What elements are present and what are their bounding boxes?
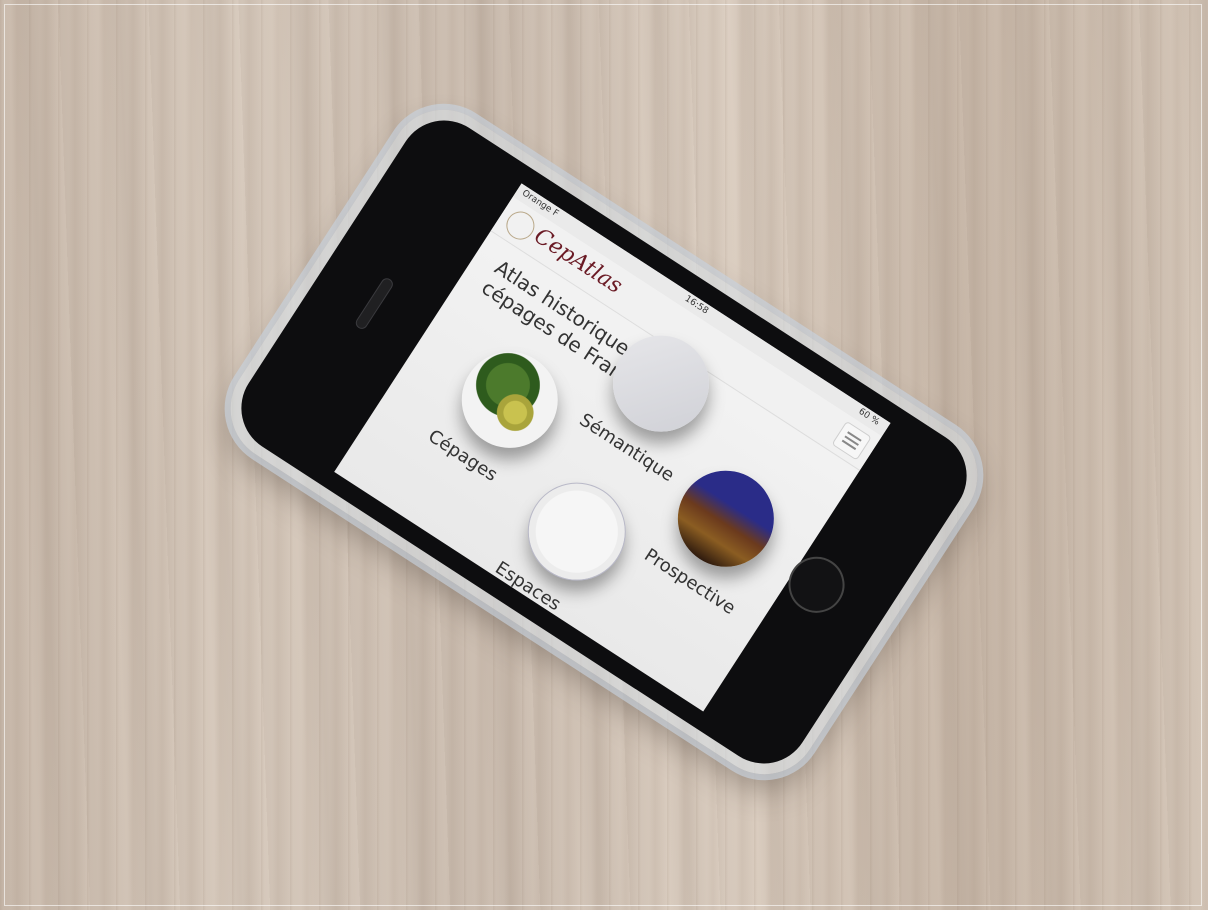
earpiece-speaker [353, 275, 396, 332]
hamburger-menu-button[interactable] [831, 420, 872, 461]
photo-background: Orange F 16:58 60 % CepAtlas Atlas histo… [0, 0, 1208, 910]
